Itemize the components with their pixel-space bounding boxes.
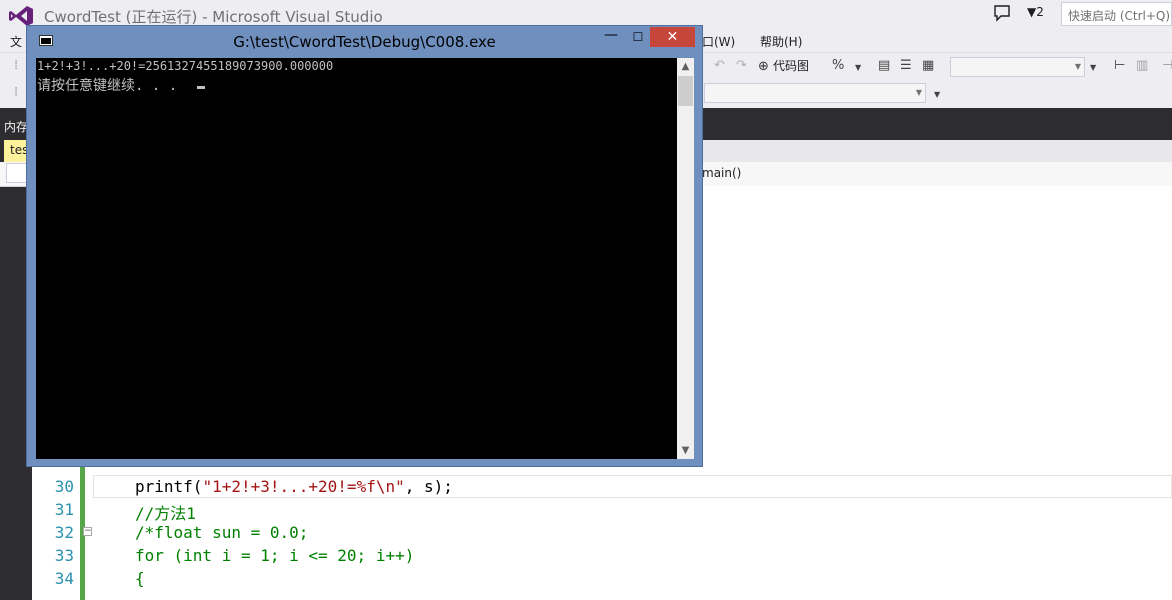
code-line[interactable]: printf("1+2!+3!...+20!=%f\n", s); [135,477,453,496]
function-navigator[interactable]: main() [702,166,741,180]
line-number: 33 [54,546,74,565]
notification-count: 2 [1036,5,1044,19]
overflow-arrow-icon[interactable]: ▼ [1090,63,1096,72]
comment-icon[interactable]: ▦ [922,58,934,73]
console-output-line: 请按任意键继续. . . [37,78,178,94]
code-comment[interactable]: for (int i = 1; i <= 20; i++) [135,546,414,565]
redo-icon[interactable]: ↷ [736,58,747,73]
list-icon[interactable]: ☰ [900,58,912,73]
document-icon[interactable]: ▤ [878,58,890,73]
code-comment[interactable]: { [135,569,145,588]
code-map-label: 代码图 [773,59,810,73]
line-number: 34 [54,569,74,588]
scroll-up-icon[interactable]: ▲ [677,58,694,75]
line-number: 32 [54,523,74,542]
memory-tab[interactable]: 内存 [4,118,28,135]
scroll-thumb[interactable] [678,76,693,106]
minimize-icon[interactable]: — [597,26,625,48]
toolbar-grip: ⁞ [14,85,19,100]
code-map-icon: ⊕ [758,59,769,74]
window-title: CwordTest (正在运行) - Microsoft Visual Stud… [44,8,383,26]
code-token: , s); [404,477,453,496]
string-literal: "1+2!+3!...+20!=%f\n" [202,477,405,496]
code-map-button[interactable]: ⊕ 代码图 [758,57,809,74]
vs-logo-icon [9,6,33,26]
notification-icon[interactable] [993,4,1011,22]
close-icon[interactable]: ✕ [650,27,695,47]
console-output-area[interactable]: 1+2!+3!...+20!=2561327455189073900.00000… [36,58,694,459]
chevron-down-icon: ▼ [915,88,922,97]
toolbar-grip: ⁞ [14,58,19,73]
scroll-down-icon[interactable]: ▼ [677,442,694,459]
menu-help[interactable]: 帮助(H) [760,33,802,50]
console-scrollbar[interactable]: ▲ ▼ [677,58,694,459]
console-titlebar[interactable]: G:\test\CwordTest\Debug\C008.exe — ☐ ✕ [27,26,702,56]
find-results-icon[interactable]: % [832,58,844,73]
line-number: 31 [54,500,74,519]
console-cursor [197,86,205,89]
undo-icon[interactable]: ↶ [714,58,725,73]
collapse-icon[interactable]: − [83,527,92,536]
code-token: printf( [135,477,203,496]
toolbar-more-icon[interactable]: ⊣ [1162,58,1172,73]
line-number: 30 [54,477,74,496]
code-comment[interactable]: /*float sun = 0.0; [135,523,308,542]
chevron-down-icon: ▼ [1074,62,1081,71]
filter-icon: ▼ [1027,5,1037,19]
feedback-filter[interactable]: ▼2 [1027,5,1044,19]
menu-file[interactable]: 文 [10,33,22,50]
solution-platform-combo[interactable]: ▼ [704,83,926,103]
console-window[interactable]: G:\test\CwordTest\Debug\C008.exe — ☐ ✕ 1… [26,25,703,467]
quick-launch-input[interactable]: 快速启动 (Ctrl+Q) [1061,2,1172,26]
dropdown-arrow-icon[interactable]: ▼ [855,63,861,72]
maximize-icon[interactable]: ☐ [625,26,651,48]
console-output-line: 1+2!+3!...+20!=2561327455189073900.00000… [37,59,334,73]
align-icon[interactable]: ⊢ [1114,58,1125,73]
toolbar-overflow-icon[interactable]: ▼ [934,90,940,99]
code-comment[interactable]: //方法1 [135,500,196,524]
config-combo[interactable]: ▼ [950,57,1085,77]
project-combo[interactable] [6,163,28,183]
layout-icon[interactable]: ▥ [1136,58,1148,73]
